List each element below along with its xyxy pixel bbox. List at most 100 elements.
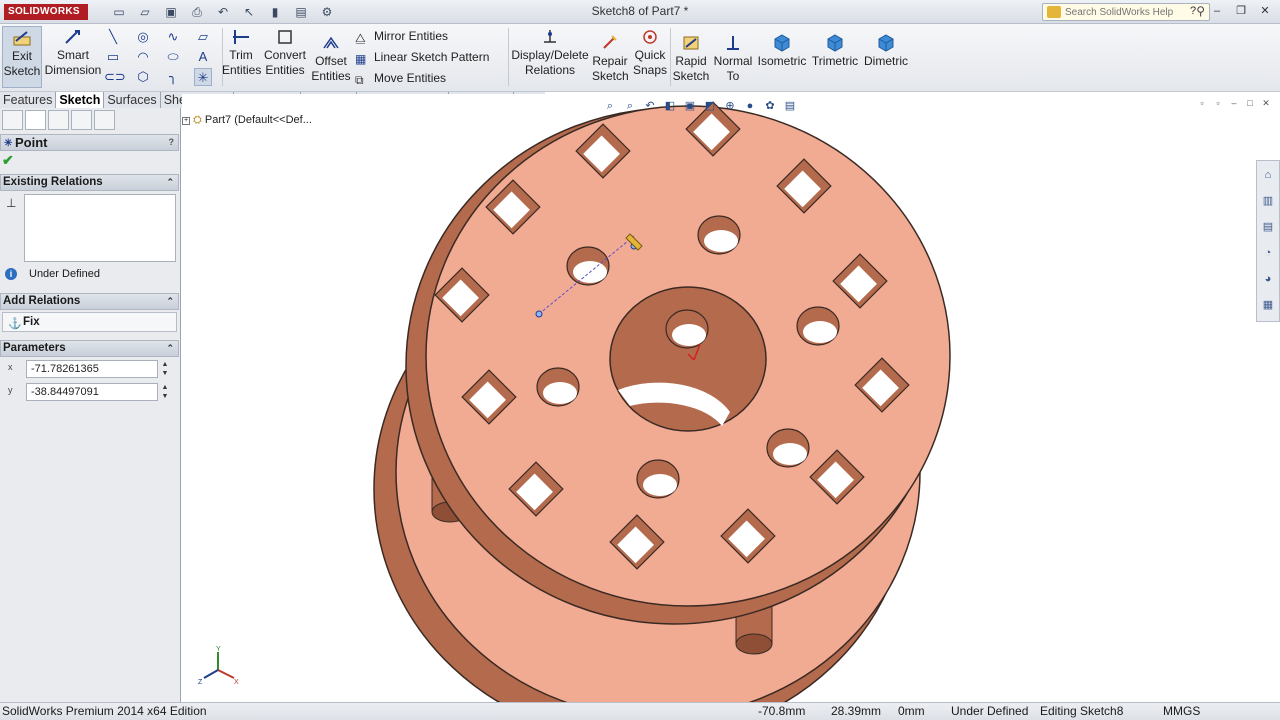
viewport-maximize-button[interactable]: □ (1244, 97, 1256, 109)
trimetric-button[interactable]: Trimetric (810, 32, 860, 94)
polygon-icon[interactable]: ⬡ (134, 68, 152, 86)
trimetric-label: Trimetric (811, 54, 859, 68)
slot-icon[interactable]: ⊂⊃ (104, 68, 126, 86)
restore-button[interactable]: ❐ (1232, 3, 1250, 19)
help-search-input[interactable] (1065, 5, 1185, 19)
spline-icon[interactable]: ∿ (164, 28, 182, 46)
tab-surfaces[interactable]: Surfaces (104, 92, 161, 108)
convert-entities-button[interactable]: Convert Entities (262, 26, 308, 88)
title-bar: SOLIDWORKS ▭ ▱ ▣ ⎙ ↶ ↖ ▮ ▤ ⚙ Sketch8 of … (0, 0, 1280, 24)
units-selector[interactable]: MMGS (1163, 703, 1200, 720)
help-icon[interactable]: ? (169, 135, 175, 150)
repair-sketch-button[interactable]: Repair Sketch (592, 32, 629, 94)
configuration-manager-tab[interactable] (48, 110, 69, 130)
add-relations-header[interactable]: Add Relations ⌃ (0, 293, 179, 310)
view-orientation-icon[interactable]: ▣ (682, 98, 698, 114)
center-bore (609, 286, 767, 432)
collapse-icon[interactable]: ⌃ (166, 341, 174, 356)
rapid-sketch-button[interactable]: Rapid Sketch (672, 32, 710, 94)
circle-icon[interactable]: ◎ (134, 28, 152, 46)
display-manager-tab[interactable] (94, 110, 115, 130)
relations-list[interactable] (24, 194, 176, 262)
section-view-icon[interactable]: ◧ (662, 98, 678, 114)
parameters-label: Parameters (3, 342, 66, 354)
y-coordinate-input[interactable] (26, 383, 158, 401)
normal-to-button[interactable]: Normal To (712, 32, 754, 94)
fillet-icon[interactable]: ╮ (164, 68, 182, 86)
help-icon[interactable]: ? (1184, 3, 1202, 19)
trim-entities-button[interactable]: Trim Entities (222, 26, 262, 88)
apply-scene-icon[interactable]: ✿ (762, 98, 778, 114)
move-entities-label: Move Entities (374, 71, 447, 85)
view-settings-icon[interactable]: ▤ (782, 98, 798, 114)
minimize-button[interactable]: – (1208, 3, 1226, 19)
arc-icon[interactable]: ◠ (134, 48, 152, 66)
fix-relation-button[interactable]: ⚓ Fix (2, 312, 177, 332)
part-model[interactable] (182, 94, 1280, 702)
x-spinner[interactable]: ▲ ▼ (159, 360, 171, 378)
hide-show-icon[interactable]: ⊕ (722, 98, 738, 114)
edit-appearance-icon[interactable]: ● (742, 98, 758, 114)
tab-sketch[interactable]: Sketch (56, 92, 105, 108)
line-icon[interactable]: ╲ (104, 28, 122, 46)
text-icon[interactable]: A (194, 48, 212, 66)
offset-entities-button[interactable]: Offset Entities (311, 32, 351, 94)
close-button[interactable]: ✕ (1256, 3, 1274, 19)
display-delete-relations-button[interactable]: Display/Delete Relations (510, 26, 590, 88)
solidworks-resources-icon[interactable]: ⌂ (1257, 163, 1279, 187)
mirror-entities-button[interactable]: ⧋ Mirror Entities (355, 26, 448, 46)
zoom-to-area-icon[interactable]: ⌕ (622, 98, 638, 114)
round-hole-through (803, 321, 837, 343)
viewport-minimize-button[interactable]: – (1228, 97, 1240, 109)
window-controls: ? – ❐ ✕ (1184, 3, 1274, 19)
view-palette-icon[interactable]: ◔ (1257, 241, 1279, 265)
dimetric-cube-icon (878, 34, 894, 52)
feature-manager-tab[interactable] (2, 110, 23, 130)
viewport-close-button[interactable]: ✕ (1260, 97, 1272, 109)
property-manager-tab[interactable] (25, 110, 46, 130)
task-pane-tabs: ⌂ ▥ ▤ ◔ ◕ ▦ (1256, 160, 1280, 322)
feature-tree-flyout[interactable]: + ⛭ Part7 (Default<<Def... (182, 114, 312, 127)
display-style-icon[interactable]: ◩ (702, 98, 718, 114)
property-manager: ✳ Point ? ✔ Existing Relations ⌃ ⊥ i Und… (0, 108, 181, 702)
appearances-icon[interactable]: ◕ (1257, 267, 1279, 291)
expand-icon[interactable]: + (182, 117, 190, 125)
repair-icon (603, 35, 617, 49)
y-coordinate-label: y (8, 385, 13, 395)
graphics-area[interactable]: + ⛭ Part7 (Default<<Def... ⌕ ⌕ ↶ ◧ ▣ ◩ ⊕ … (182, 94, 1280, 702)
split-icon[interactable]: ▫ (1212, 97, 1224, 109)
collapse-icon[interactable]: ⌃ (166, 175, 174, 190)
linear-sketch-pattern-button[interactable]: ▦ Linear Sketch Pattern (355, 47, 489, 67)
custom-properties-icon[interactable]: ▦ (1257, 293, 1279, 317)
exit-sketch-icon (13, 31, 31, 46)
rectangle-icon[interactable]: ▭ (104, 48, 122, 66)
quick-snaps-button[interactable]: Quick Snaps (632, 26, 668, 88)
collapse-icon[interactable]: ⌃ (166, 294, 174, 309)
existing-relations-header[interactable]: Existing Relations ⌃ (0, 174, 179, 191)
dimxpert-manager-tab[interactable] (71, 110, 92, 130)
previous-view-icon[interactable]: ↶ (642, 98, 658, 114)
exit-sketch-button[interactable]: Exit Sketch (2, 26, 42, 88)
parameters-header[interactable]: Parameters ⌃ (0, 340, 179, 357)
round-hole-through (672, 324, 706, 346)
trim-entities-label: Trim Entities (222, 48, 262, 77)
linear-pattern-icon: ▦ (355, 52, 367, 66)
x-coordinate-status: -70.8mm (758, 704, 806, 718)
ellipse-icon[interactable]: ⬭ (164, 48, 182, 66)
tab-features[interactable]: Features (0, 92, 57, 108)
design-library-icon[interactable]: ▥ (1257, 189, 1279, 213)
ok-check-icon[interactable]: ✔ (2, 152, 14, 169)
x-coordinate-input[interactable] (26, 360, 158, 378)
dimetric-button[interactable]: Dimetric (862, 32, 910, 94)
move-entities-button[interactable]: ⧉ Move Entities (355, 68, 446, 88)
zoom-to-fit-icon[interactable]: ⌕ (602, 98, 618, 114)
point-icon[interactable]: ✳ (194, 68, 212, 86)
isometric-button[interactable]: Isometric (756, 32, 808, 94)
offset-entities-label: Offset Entities (311, 54, 351, 83)
plane-icon[interactable]: ▱ (194, 28, 212, 46)
tile-icon[interactable]: ▫ (1196, 97, 1208, 109)
smart-dimension-button[interactable]: Smart Dimension (44, 26, 102, 88)
normal-to-label: Normal To (713, 54, 753, 83)
y-spinner[interactable]: ▲ ▼ (159, 383, 171, 401)
file-explorer-icon[interactable]: ▤ (1257, 215, 1279, 239)
